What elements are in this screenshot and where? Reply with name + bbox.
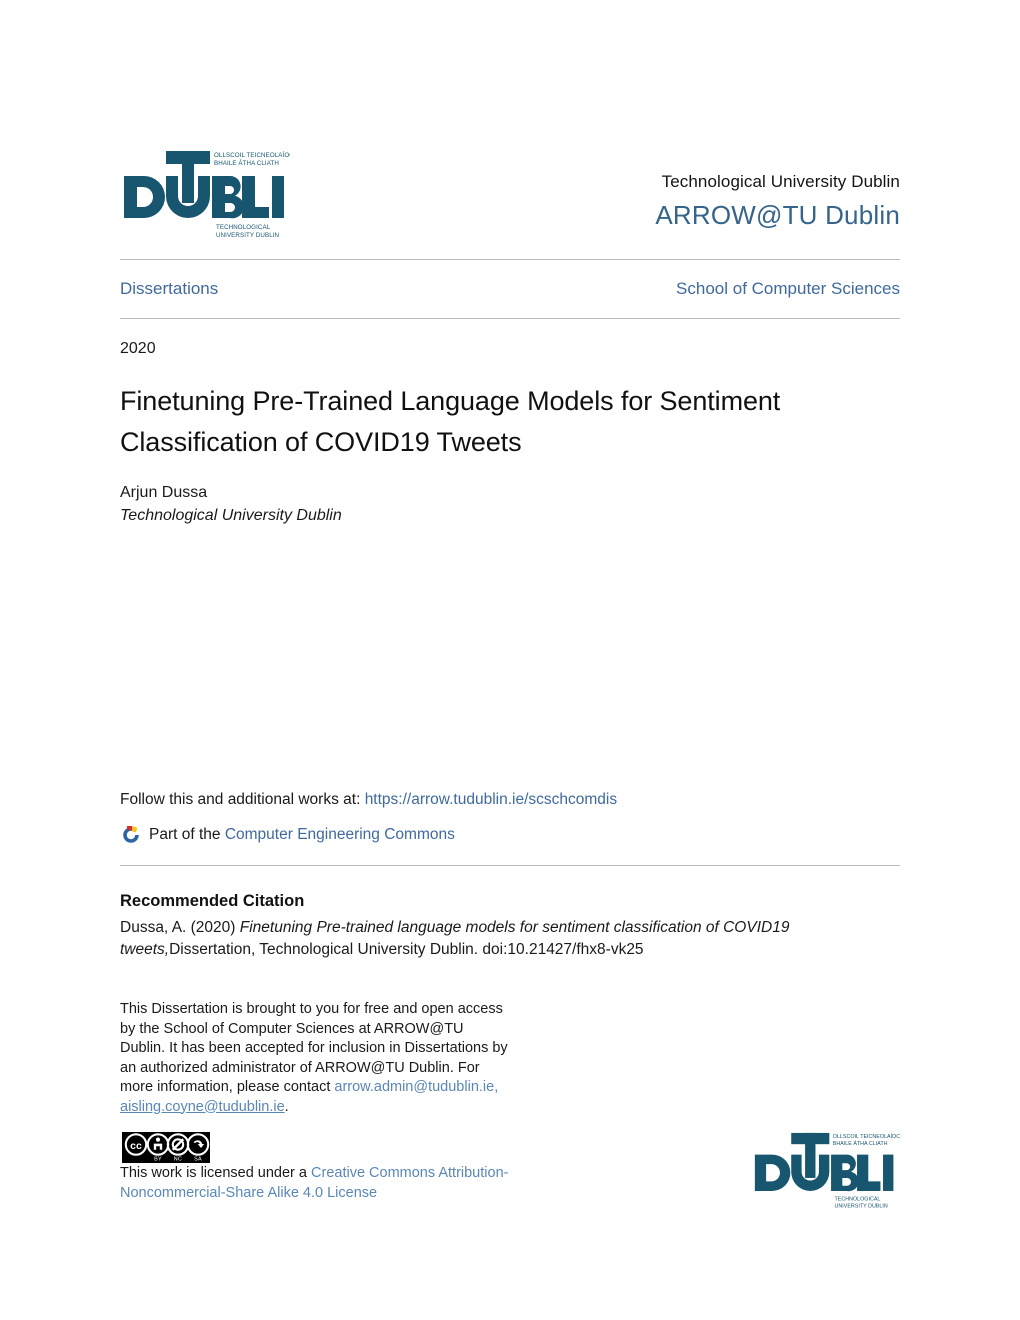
repository-name: ARROW@TU Dublin xyxy=(655,200,900,230)
cc-label-by: BY xyxy=(154,1157,162,1163)
tu-dublin-logo: OLLSCOIL TEICNEOLAÍOCHTA BHAILE ÁTHA CLI… xyxy=(120,143,290,240)
follow-line: Follow this and additional works at: htt… xyxy=(120,788,900,812)
collection-url-link[interactable]: https://arrow.tudublin.ie/scschcomdis xyxy=(365,791,617,808)
follow-block: Follow this and additional works at: htt… xyxy=(120,788,900,847)
school-link[interactable]: School of Computer Sciences xyxy=(676,276,900,302)
citation-tail: Dissertation, Technological University D… xyxy=(169,941,644,958)
divider-above-citation xyxy=(120,865,900,866)
commons-line: Part of the Computer Engineering Commons xyxy=(120,823,900,847)
document-page: OLLSCOIL TEICNEOLAÍOCHTA BHAILE ÁTHA CLI… xyxy=(0,0,1020,1320)
access-statement: This Dissertation is brought to you for … xyxy=(120,1000,510,1117)
follow-prefix: Follow this and additional works at: xyxy=(120,791,361,808)
collection-link[interactable]: Dissertations xyxy=(120,276,218,302)
author-name: Arjun Dussa xyxy=(120,484,208,501)
citation-author-year: Dussa, A. (2020) xyxy=(120,919,236,936)
page-title: Finetuning Pre-Trained Language Models f… xyxy=(120,386,781,457)
footer-logo-irish-line1: OLLSCOIL TEICNEOLAÍOCHTA xyxy=(833,1133,900,1140)
publication-year: 2020 xyxy=(120,340,156,357)
breadcrumb: Dissertations School of Computer Science… xyxy=(120,276,900,304)
footer-logo-irish-line2: BHAILE ÁTHA CLIATH xyxy=(833,1140,888,1147)
footer-logo-english-line1: TECHNOLOGICAL xyxy=(835,1196,881,1202)
divider-top xyxy=(120,259,900,260)
citation-heading: Recommended Citation xyxy=(120,892,305,910)
commons-link[interactable]: Computer Engineering Commons xyxy=(225,823,455,847)
part-of-label: Part of the xyxy=(149,826,221,843)
repository-titles: Technological University Dublin ARROW@TU… xyxy=(440,171,900,233)
footer-logo-english-line2: UNIVERSITY DUBLIN xyxy=(835,1203,888,1209)
masthead: OLLSCOIL TEICNEOLAÍOCHTA BHAILE ÁTHA CLI… xyxy=(120,143,900,243)
licence-statement: This work is licensed under a Creative C… xyxy=(120,1164,540,1203)
licence-link-line1: Creative Commons xyxy=(311,1165,436,1181)
footnote-period: . xyxy=(284,1098,289,1115)
cc-label-sa: SA xyxy=(194,1157,202,1163)
cc-label-nc: NC xyxy=(174,1157,182,1163)
author-affiliation: Technological University Dublin xyxy=(120,507,342,524)
contact-email-2[interactable]: aisling.coyne@tudublin.ie xyxy=(120,1099,285,1115)
citation-body: Dussa, A. (2020) Finetuning Pre-trained … xyxy=(120,917,880,961)
university-name: Technological University Dublin xyxy=(661,172,900,191)
recommended-citation: Recommended Citation Dussa, A. (2020) Fi… xyxy=(120,889,880,961)
contact-email-1[interactable]: arrow.admin@tudublin.ie, xyxy=(334,1079,498,1095)
tu-dublin-logo-footer: OLLSCOIL TEICNEOLAÍOCHTA BHAILE ÁTHA CLI… xyxy=(750,1126,900,1210)
creative-commons-by-nc-sa-badge[interactable]: cc BY NC SA xyxy=(122,1132,210,1163)
svg-text:cc: cc xyxy=(130,1140,142,1152)
author-block: Arjun Dussa Technological University Dub… xyxy=(120,481,342,527)
licence-prefix: This work is licensed under a xyxy=(120,1165,307,1181)
digital-commons-icon xyxy=(120,824,142,846)
divider-below-nav xyxy=(120,318,900,319)
